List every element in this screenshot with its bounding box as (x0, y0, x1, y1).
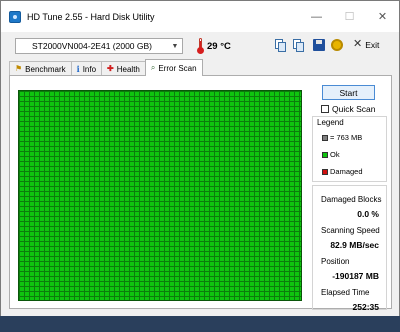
drive-select[interactable]: ST2000VN004-2E41 (2000 GB) ▼ (15, 38, 183, 54)
tab-info[interactable]: i Info (70, 61, 103, 76)
tab-health[interactable]: ✚ Health (101, 61, 146, 76)
window-controls: — ☐ ✕ (300, 1, 399, 32)
app-icon (9, 10, 21, 23)
tab-bar: ⚑ Benchmark i Info ✚ Health ⌕ Error Scan (9, 59, 203, 76)
quick-scan-checkbox[interactable] (321, 105, 329, 113)
scanning-speed-label: Scanning Speed (321, 226, 380, 235)
tab-label: Health (116, 64, 140, 74)
legend-swatch (322, 151, 328, 158)
legend-swatch (322, 168, 328, 175)
elapsed-time-label: Elapsed Time (321, 288, 370, 297)
thermometer-icon (197, 38, 204, 54)
start-button[interactable]: Start (322, 85, 375, 100)
exit-label: Exit (365, 39, 380, 50)
drive-select-value: ST2000VN004-2E41 (2000 GB) (31, 41, 153, 51)
exit-button[interactable]: ✕ Exit (353, 39, 379, 50)
scan-block-map (18, 90, 302, 301)
temperature-value: 29 °C (207, 41, 231, 52)
legend-item-ok: Ok (322, 150, 340, 159)
desktop-taskbar-strip (0, 316, 400, 332)
legend-swatch (322, 134, 328, 141)
legend-label: Ok (330, 150, 340, 159)
legend-label: Damaged (330, 167, 363, 176)
legend-box: Legend = 763 MB Ok Damaged (312, 116, 387, 182)
close-button[interactable]: ✕ (366, 1, 399, 32)
window-title: HD Tune 2.55 - Hard Disk Utility (27, 11, 155, 22)
magnifier-icon: ⌕ (150, 63, 156, 72)
health-icon: ✚ (107, 64, 114, 73)
damaged-blocks-value: 0.0 % (357, 209, 379, 219)
hd-tune-window: HD Tune 2.55 - Hard Disk Utility — ☐ ✕ S… (0, 0, 400, 332)
tab-label: Info (82, 64, 97, 74)
maximize-button[interactable]: ☐ (333, 1, 366, 32)
info-icon: i (76, 64, 80, 74)
copy-info-icon[interactable] (275, 39, 287, 52)
position-value: -190187 MB (332, 271, 379, 281)
chevron-down-icon: ▼ (171, 42, 179, 50)
toolbar: ST2000VN004-2E41 (2000 GB) ▼ 29 °C ✕ Exi… (1, 32, 399, 59)
minimize-button[interactable]: — (300, 1, 333, 32)
close-icon: ✕ (353, 38, 363, 50)
error-scan-panel: Start Quick Scan Legend = 763 MB Ok Dama… (9, 75, 392, 312)
tab-benchmark[interactable]: ⚑ Benchmark (9, 61, 72, 76)
legend-label: = 763 MB (330, 133, 363, 142)
title-bar[interactable]: HD Tune 2.55 - Hard Disk Utility — ☐ ✕ (1, 1, 399, 32)
damaged-blocks-label: Damaged Blocks (321, 195, 382, 204)
copy-screenshot-icon[interactable] (293, 39, 305, 52)
benchmark-icon: ⚑ (15, 64, 23, 73)
tab-label: Benchmark (25, 64, 66, 74)
elapsed-time-value: 252:35 (352, 302, 379, 312)
scanning-speed-value: 82.9 MB/sec (330, 240, 379, 250)
legend-item-damaged: Damaged (322, 167, 363, 176)
save-icon[interactable] (313, 39, 325, 52)
quick-scan-option[interactable]: Quick Scan (321, 104, 375, 114)
legend-item-block-size: = 763 MB (322, 133, 362, 142)
legend-title: Legend (317, 118, 344, 127)
tab-error-scan[interactable]: ⌕ Error Scan (144, 59, 203, 76)
scan-statistics: Damaged Blocks 0.0 % Scanning Speed 82.9… (312, 185, 387, 312)
tab-label: Error Scan (158, 63, 197, 73)
options-icon[interactable] (331, 39, 343, 52)
position-label: Position (321, 257, 350, 266)
quick-scan-label: Quick Scan (332, 104, 376, 114)
